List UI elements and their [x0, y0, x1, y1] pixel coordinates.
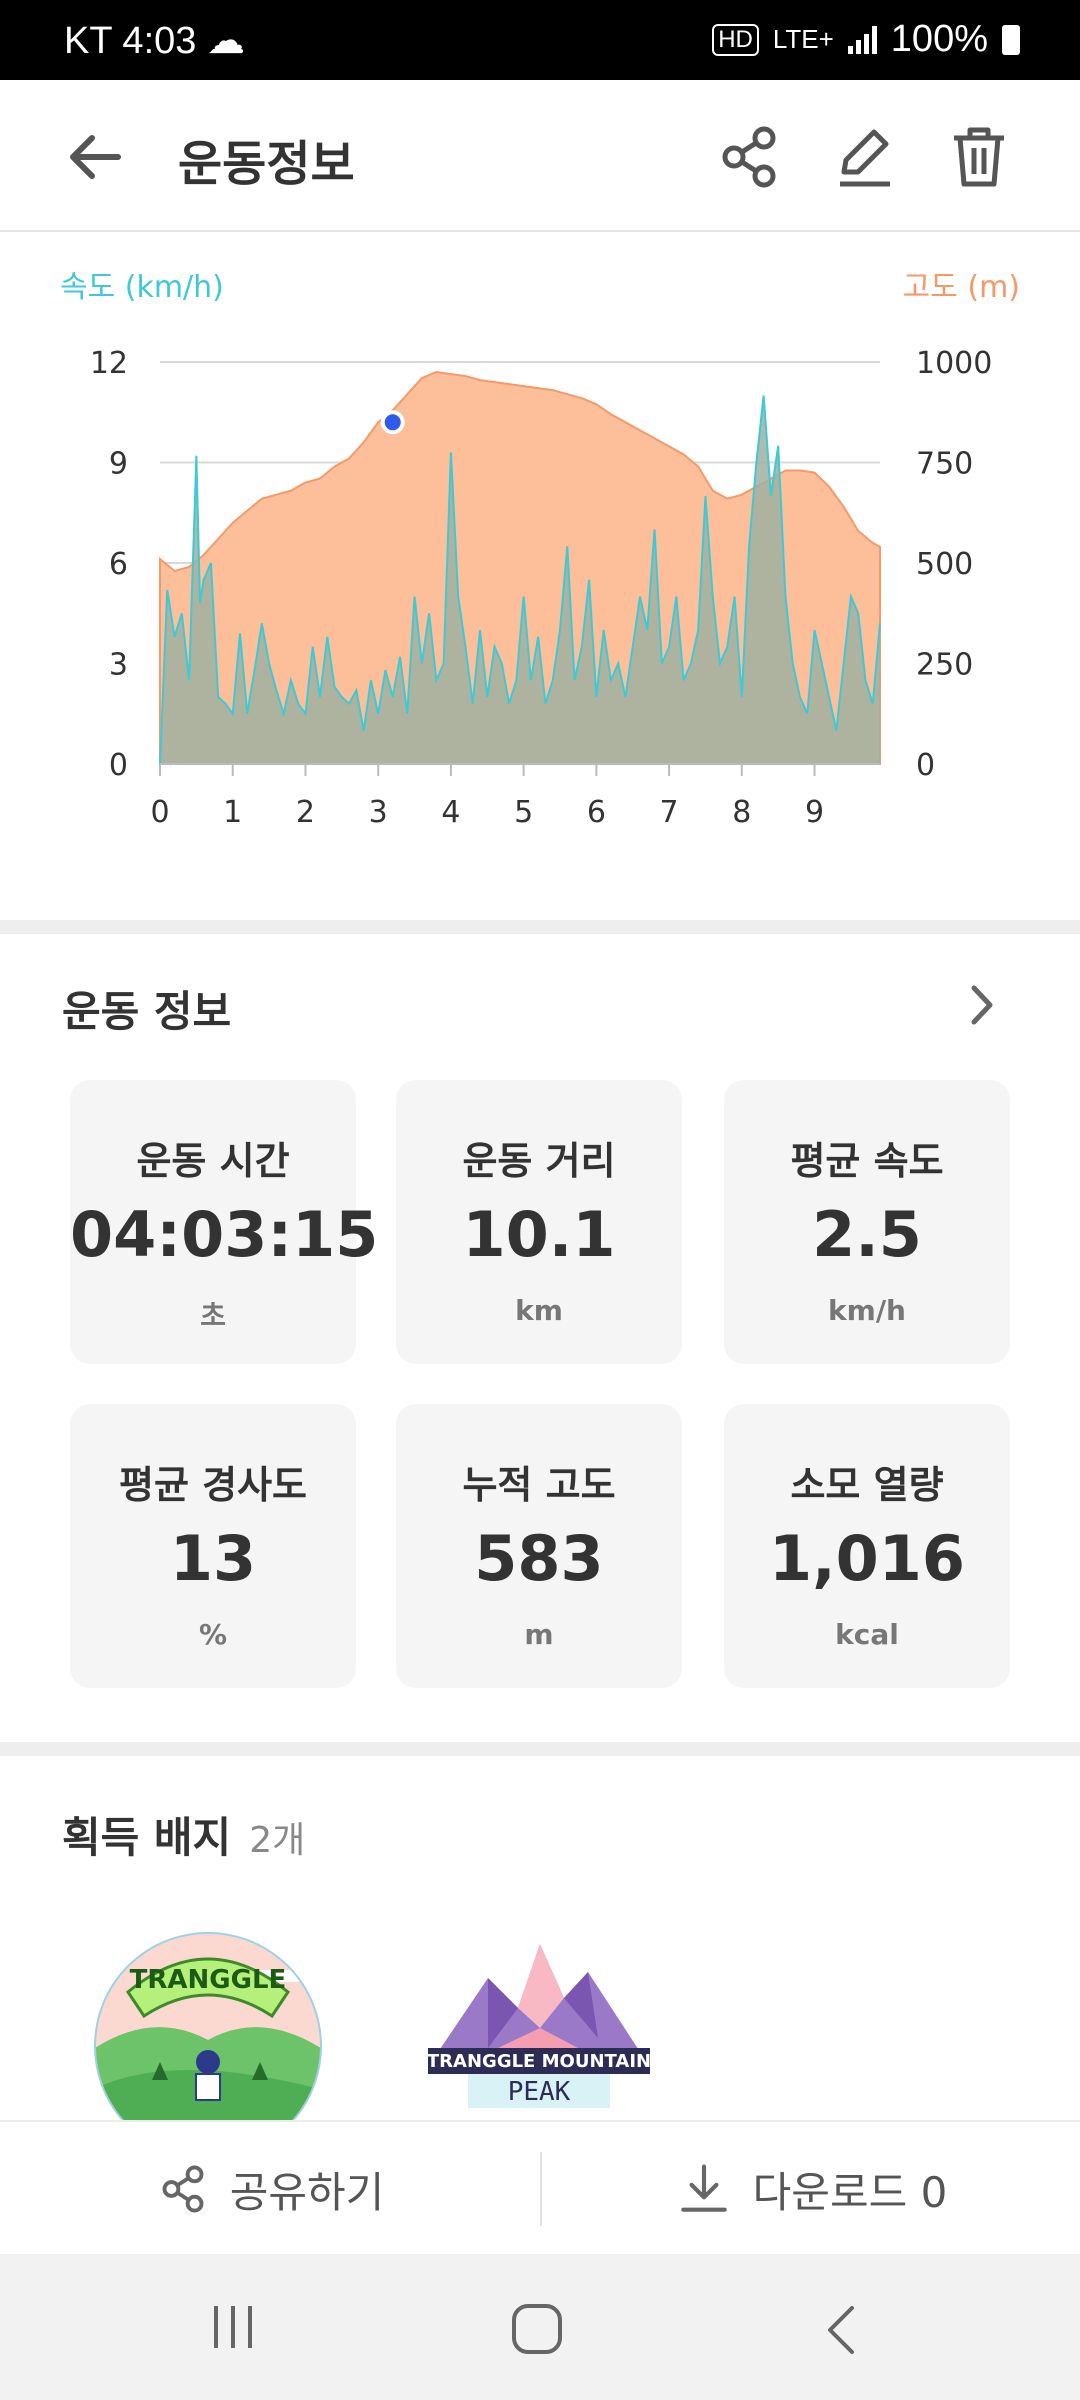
hd-icon: HD: [712, 23, 759, 56]
badge1-text: TRANGGLE: [130, 1965, 287, 1995]
chevron-right-icon[interactable]: [960, 980, 1002, 1030]
trash-icon[interactable]: [944, 122, 1014, 192]
carrier-time: KT 4:03: [64, 20, 197, 62]
home-icon[interactable]: [510, 2302, 566, 2358]
left-axis-title: 속도 (km/h): [60, 270, 224, 305]
left-tick-label: 3: [109, 648, 128, 683]
badges-header: 획득 배지 2개: [62, 1804, 305, 1865]
stat-unit: 초: [200, 1299, 226, 1332]
app-bar: 운동정보: [0, 80, 1080, 232]
left-tick-label: 12: [90, 346, 128, 381]
share-button[interactable]: 공유하기: [0, 2122, 540, 2256]
download-button[interactable]: 다운로드 0: [542, 2122, 1080, 2256]
workout-section-title: 운동 정보: [62, 987, 232, 1036]
right-tick-label: 0: [916, 748, 935, 783]
left-tick-label: 6: [109, 547, 128, 582]
stat-label: 평균 속도: [790, 1139, 944, 1183]
x-tick-label: 5: [514, 795, 533, 830]
section-divider: [0, 1742, 1080, 1756]
stat-label: 누적 고도: [462, 1463, 616, 1507]
stat-value: 04:03:15: [70, 1198, 379, 1271]
x-tick-label: 4: [441, 795, 460, 830]
stat-value: 13: [169, 1522, 257, 1595]
right-tick-label: 500: [916, 547, 973, 582]
stat-value: 583: [474, 1522, 604, 1595]
stat-card: 소모 열량 1,016 kcal: [724, 1404, 1010, 1688]
x-tick-label: 1: [223, 795, 242, 830]
status-time: KT 4:03 ☁: [64, 18, 245, 63]
badge2-text2: PEAK: [508, 2077, 571, 2107]
chart-svg: 속도 (km/h) 고도 (m)036912025050075010000 1 2 3 4…: [60, 270, 1020, 830]
right-tick-label: 250: [916, 648, 973, 683]
stat-unit: km: [515, 1294, 563, 1327]
stat-unit: kcal: [835, 1618, 899, 1651]
badge-tranggle-mountain-peak[interactable]: TRANGGLE MOUNTAIN PEAK: [428, 1938, 650, 2120]
position-marker: [380, 410, 405, 435]
stat-label: 소모 열량: [790, 1463, 944, 1507]
stat-label: 평균 경사도: [118, 1463, 308, 1507]
download-icon: [680, 2164, 727, 2212]
stat-unit: %: [198, 1618, 228, 1651]
weather-icon: ☁: [206, 20, 245, 62]
stat-card: 평균 속도 2.5 km/h: [724, 1080, 1010, 1364]
recent-apps-icon[interactable]: [208, 2302, 258, 2352]
stat-label: 운동 거리: [462, 1139, 616, 1183]
stat-value: 2.5: [812, 1198, 922, 1271]
arrow-left-icon[interactable]: [60, 122, 130, 192]
battery-icon: [1002, 24, 1020, 55]
x-tick-label: 8: [732, 795, 751, 830]
badges-count: 2개: [249, 1820, 306, 1861]
stat-card: 평균 경사도 13%: [70, 1404, 356, 1688]
status-right: HD LTE+ 100%: [712, 18, 1020, 61]
x-tick-label: 3: [369, 795, 388, 830]
left-tick-label: 9: [109, 447, 128, 482]
stat-card: 운동 시간 04:03:15 초: [70, 1080, 379, 1364]
bottom-action-bar: 공유하기 다운로드 0: [0, 2120, 1080, 2256]
right-tick-label: 1000: [916, 346, 992, 381]
badges-section-title: 획득 배지: [62, 1813, 232, 1862]
download-button-label: 다운로드 0: [752, 2167, 948, 2217]
stat-value: 10.1: [462, 1198, 616, 1271]
signal-icon: [847, 25, 877, 54]
stat-label: 운동 시간: [136, 1139, 290, 1183]
stat-card: 누적 고도 583 m: [396, 1404, 682, 1688]
x-tick-label: 0: [150, 795, 169, 830]
left-tick-label: 0: [109, 748, 128, 783]
stat-unit: m: [524, 1618, 554, 1651]
page-title: 운동정보: [178, 136, 355, 192]
speed-altitude-chart: 속도 (km/h) 고도 (m) 0 3 6 9 12 0 250 500 750 1000 0 1 2 3 4…: [0, 232, 1080, 920]
stat-card: 운동 거리 10.1 km: [396, 1080, 682, 1364]
x-tick-label: 6: [587, 795, 606, 830]
share-icon[interactable]: [714, 122, 784, 192]
x-tick-label: 7: [660, 795, 679, 830]
right-tick-label: 750: [916, 447, 973, 482]
battery-percent: 100%: [890, 18, 988, 60]
status-bar: KT 4:03 ☁ HD LTE+ 100%: [0, 0, 1080, 80]
section-divider: [0, 920, 1080, 934]
badge2-text1: TRANGGLE MOUNTAIN: [428, 2051, 650, 2072]
stat-value: 1,016: [768, 1522, 966, 1595]
share-button-label: 공유하기: [229, 2167, 385, 2217]
x-tick-label: 2: [296, 795, 315, 830]
system-nav-bar: [0, 2254, 1080, 2400]
back-nav-icon[interactable]: [820, 2302, 860, 2358]
pencil-icon[interactable]: [830, 122, 900, 192]
stat-unit: km/h: [828, 1294, 906, 1327]
badge-tranggle-paraglide[interactable]: TRANGGLE: [92, 1930, 324, 2120]
network-type: LTE+: [772, 24, 834, 54]
share-icon: [162, 2165, 204, 2213]
x-tick-label: 9: [805, 795, 824, 830]
right-axis-title: 고도 (m): [903, 270, 1020, 305]
